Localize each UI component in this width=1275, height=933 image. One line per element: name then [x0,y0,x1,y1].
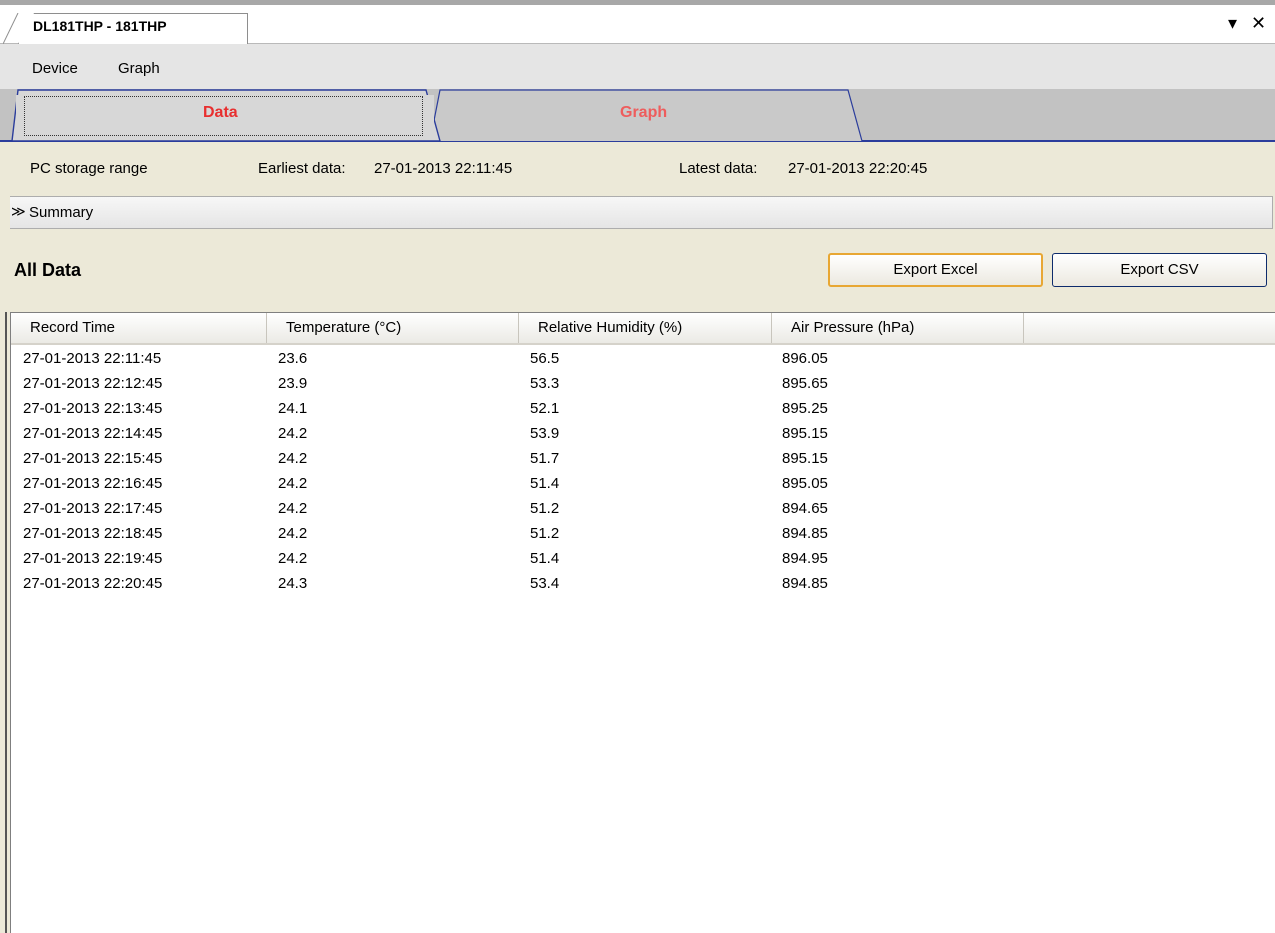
table-cell: 51.4 [530,550,560,567]
table-cell: 895.05 [782,475,828,492]
table-cell: 24.1 [278,400,308,417]
table-cell: 51.2 [530,525,560,542]
table-row[interactable]: 27-01-2013 22:14:45 24.2 53.9 895.15 [11,423,1275,448]
tab-graph[interactable]: Graph [620,104,667,122]
left-frame-edge [5,312,7,933]
table-row[interactable]: 27-01-2013 22:12:45 23.9 53.3 895.65 [11,373,1275,398]
table-row[interactable]: 27-01-2013 22:11:45 23.6 56.5 896.05 [11,348,1275,373]
table-cell: 894.85 [782,525,828,542]
latest-data-label: Latest data: [679,160,758,177]
column-header-air-pressure[interactable]: Air Pressure (hPa) [772,313,1024,343]
table-row[interactable]: 27-01-2013 22:13:45 24.1 52.1 895.25 [11,398,1275,423]
earliest-data-value: 27-01-2013 22:11:45 [374,160,513,177]
table-cell: 23.9 [278,375,308,392]
table-cell: 27-01-2013 22:12:45 [23,375,163,392]
table-cell: 895.15 [782,425,828,442]
table-cell: 53.4 [530,575,560,592]
table-cell: 894.95 [782,550,828,567]
table-cell: 51.2 [530,500,560,517]
table-cell: 24.2 [278,450,308,467]
table-row[interactable]: 27-01-2013 22:15:45 24.2 51.7 895.15 [11,448,1275,473]
expand-chevron-icon: ≫ [11,203,26,219]
table-cell: 23.6 [278,350,308,367]
table-cell: 27-01-2013 22:14:45 [23,425,163,442]
table-cell: 27-01-2013 22:17:45 [23,500,163,517]
table-cell: 24.2 [278,550,308,567]
section-title: All Data [14,260,82,280]
earliest-data-label: Earliest data: [258,160,346,177]
table-cell: 24.2 [278,475,308,492]
table-cell: 27-01-2013 22:16:45 [23,475,163,492]
table-cell: 53.9 [530,425,560,442]
table-cell: 894.65 [782,500,828,517]
table-cell: 895.65 [782,375,828,392]
table-row[interactable]: 27-01-2013 22:19:45 24.2 51.4 894.95 [11,548,1275,573]
table-cell: 27-01-2013 22:11:45 [23,350,162,367]
table-cell: 56.5 [530,350,560,367]
table-cell: 27-01-2013 22:15:45 [23,450,163,467]
table-cell: 51.4 [530,475,560,492]
table-cell: 894.85 [782,575,828,592]
tab-data-label: Data [203,104,238,121]
table-cell: 53.3 [530,375,560,392]
table-cell: 24.2 [278,500,308,517]
export-csv-button[interactable]: Export CSV [1052,253,1267,287]
table-row[interactable]: 27-01-2013 22:18:45 24.2 51.2 894.85 [11,523,1275,548]
column-header-record-time[interactable]: Record Time [11,313,267,343]
table-cell: 24.2 [278,425,308,442]
left-frame [0,142,10,933]
data-grid[interactable]: Record Time Temperature (°C) Relative Hu… [10,312,1275,933]
table-cell: 27-01-2013 22:18:45 [23,525,163,542]
menu-graph[interactable]: Graph [118,60,160,77]
table-cell: 24.2 [278,525,308,542]
grid-header: Record Time Temperature (°C) Relative Hu… [11,313,1275,345]
summary-label: Summary [29,204,94,221]
menu-device[interactable]: Device [32,60,78,77]
table-row[interactable]: 27-01-2013 22:17:45 24.2 51.2 894.65 [11,498,1275,523]
latest-data-value: 27-01-2013 22:20:45 [788,160,928,177]
table-cell: 27-01-2013 22:20:45 [23,575,163,592]
summary-expander[interactable]: ≫ Summary [0,196,1273,229]
table-cell: 895.15 [782,450,828,467]
export-excel-button[interactable]: Export Excel [828,253,1043,287]
table-row[interactable]: 27-01-2013 22:16:45 24.2 51.4 895.05 [11,473,1275,498]
table-cell: 896.05 [782,350,828,367]
table-row[interactable]: 27-01-2013 22:20:45 24.3 53.4 894.85 [11,573,1275,598]
table-cell: 27-01-2013 22:13:45 [23,400,163,417]
window-dropdown-icon[interactable]: ▾ [1228,13,1237,34]
menu-bar: Device Graph [0,44,1275,89]
storage-range-label: PC storage range [30,160,148,177]
document-tab-title: DL181THP - 181THP [33,18,167,34]
column-header-humidity[interactable]: Relative Humidity (%) [519,313,772,343]
table-cell: 27-01-2013 22:19:45 [23,550,163,567]
table-cell: 895.25 [782,400,828,417]
document-tab[interactable]: DL181THP - 181THP [18,13,248,44]
table-cell: 52.1 [530,400,560,417]
title-bar-edge [0,0,1275,5]
table-cell: 51.7 [530,450,560,467]
column-header-temperature[interactable]: Temperature (°C) [267,313,519,343]
table-cell: 24.3 [278,575,308,592]
close-icon[interactable]: ✕ [1251,13,1266,34]
